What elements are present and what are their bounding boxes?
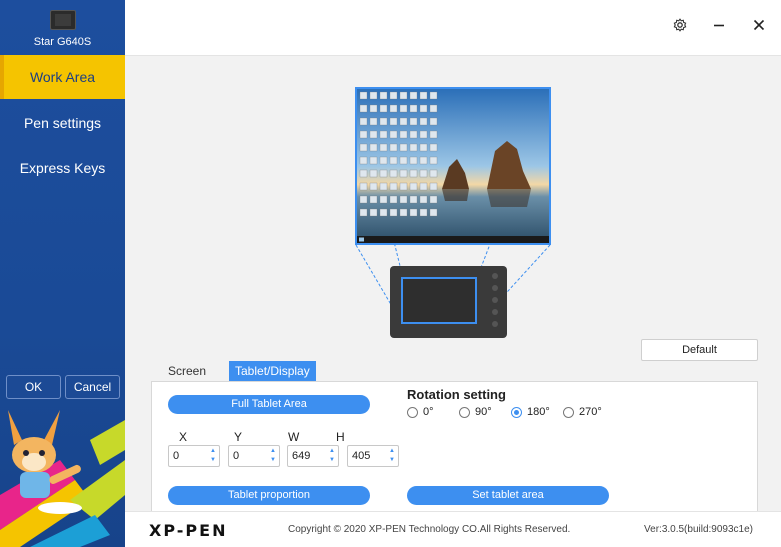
- y-spinbox[interactable]: 0 ▲ ▼: [228, 445, 280, 467]
- cancel-button[interactable]: Cancel: [65, 375, 120, 399]
- tablet-proportion-button[interactable]: Tablet proportion: [168, 486, 370, 505]
- spin-arrows-icon[interactable]: ▲ ▼: [269, 447, 277, 465]
- rotation-0-radio[interactable]: 0°: [407, 405, 434, 419]
- rotation-270-radio[interactable]: 270°: [563, 405, 602, 419]
- sidebar-item-express-keys[interactable]: Express Keys: [0, 146, 125, 190]
- version-text: Ver:3.0.5(build:9093c1e): [644, 524, 753, 535]
- rotation-180-label: 180°: [527, 406, 550, 418]
- rotation-90-radio[interactable]: 90°: [459, 405, 492, 419]
- y-label: Y: [234, 430, 243, 444]
- x-value: 0: [173, 450, 180, 462]
- y-value: 0: [233, 450, 240, 462]
- sidebar: Star G640S Work Area Pen settings Expres…: [0, 0, 125, 547]
- rotation-0-label: 0°: [423, 406, 434, 418]
- w-spinbox[interactable]: 649 ▲ ▼: [287, 445, 339, 467]
- active-tablet-area[interactable]: [401, 277, 477, 324]
- tablet-preview: [390, 266, 507, 338]
- h-label: H: [336, 430, 345, 444]
- ok-button[interactable]: OK: [6, 375, 61, 399]
- tablet-express-keys: [489, 273, 501, 333]
- title-bar: [125, 0, 781, 56]
- rotation-90-label: 90°: [475, 406, 492, 418]
- radio-icon: [407, 406, 418, 418]
- close-icon[interactable]: [749, 18, 769, 38]
- rotation-setting-title: Rotation setting: [407, 387, 506, 402]
- w-value: 649: [292, 450, 311, 462]
- h-spinbox[interactable]: 405 ▲ ▼: [347, 445, 399, 467]
- footer: XP-PEN Copyright © 2020 XP-PEN Technolog…: [125, 511, 781, 547]
- full-tablet-area-button[interactable]: Full Tablet Area: [168, 395, 370, 414]
- spin-arrows-icon[interactable]: ▲ ▼: [328, 447, 336, 465]
- radio-icon: [459, 406, 470, 418]
- device-name: Star G640S: [33, 36, 92, 48]
- xp-pen-logo: XP-PEN: [149, 521, 228, 540]
- x-label: X: [179, 430, 188, 444]
- radio-checked-icon: [511, 406, 522, 418]
- spin-arrows-icon[interactable]: ▲ ▼: [388, 447, 396, 465]
- default-button[interactable]: Default: [641, 339, 758, 361]
- desktop-wallpaper-image: [357, 89, 549, 243]
- gear-icon[interactable]: [670, 18, 690, 38]
- sidebar-item-pen-settings[interactable]: Pen settings: [0, 101, 125, 145]
- h-value: 405: [352, 450, 371, 462]
- screen-preview[interactable]: [355, 87, 551, 245]
- copyright-text: Copyright © 2020 XP-PEN Technology CO.Al…: [288, 524, 571, 535]
- tablet-device-icon: [50, 10, 76, 30]
- w-label: W: [288, 430, 300, 444]
- x-spinbox[interactable]: 0 ▲ ▼: [168, 445, 220, 467]
- minimize-icon[interactable]: [709, 18, 729, 38]
- tablet-display-panel: Full Tablet Area X Y W H 0 ▲ ▼ 0 ▲ ▼ 649 ▲…: [151, 381, 758, 511]
- rotation-180-radio[interactable]: 180°: [511, 405, 550, 419]
- sidebar-item-work-area[interactable]: Work Area: [0, 55, 125, 99]
- device-header: Star G640S: [0, 0, 125, 55]
- set-tablet-area-button[interactable]: Set tablet area: [407, 486, 609, 505]
- fox-mascot-illustration: [0, 410, 125, 547]
- spin-arrows-icon[interactable]: ▲ ▼: [209, 447, 217, 465]
- tab-screen[interactable]: Screen: [162, 361, 212, 381]
- tab-tablet-display[interactable]: Tablet/Display: [229, 361, 316, 381]
- rotation-270-label: 270°: [579, 406, 602, 418]
- work-area-panel: Default Screen Tablet/Display Full Table…: [125, 56, 781, 511]
- radio-icon: [563, 406, 574, 418]
